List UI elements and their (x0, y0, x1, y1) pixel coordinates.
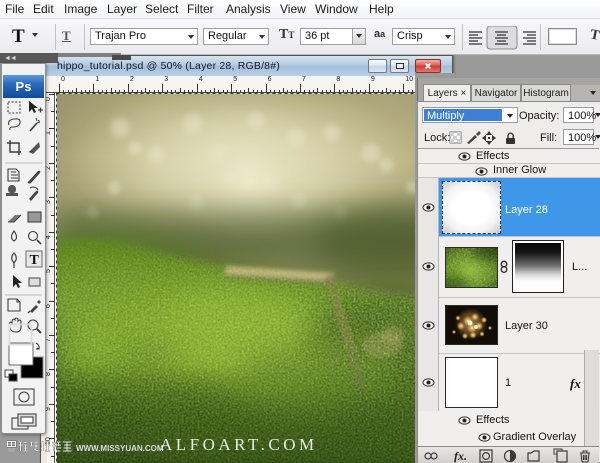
svg-text:fx.: fx. (454, 449, 467, 463)
svg-text:T: T (30, 253, 40, 268)
